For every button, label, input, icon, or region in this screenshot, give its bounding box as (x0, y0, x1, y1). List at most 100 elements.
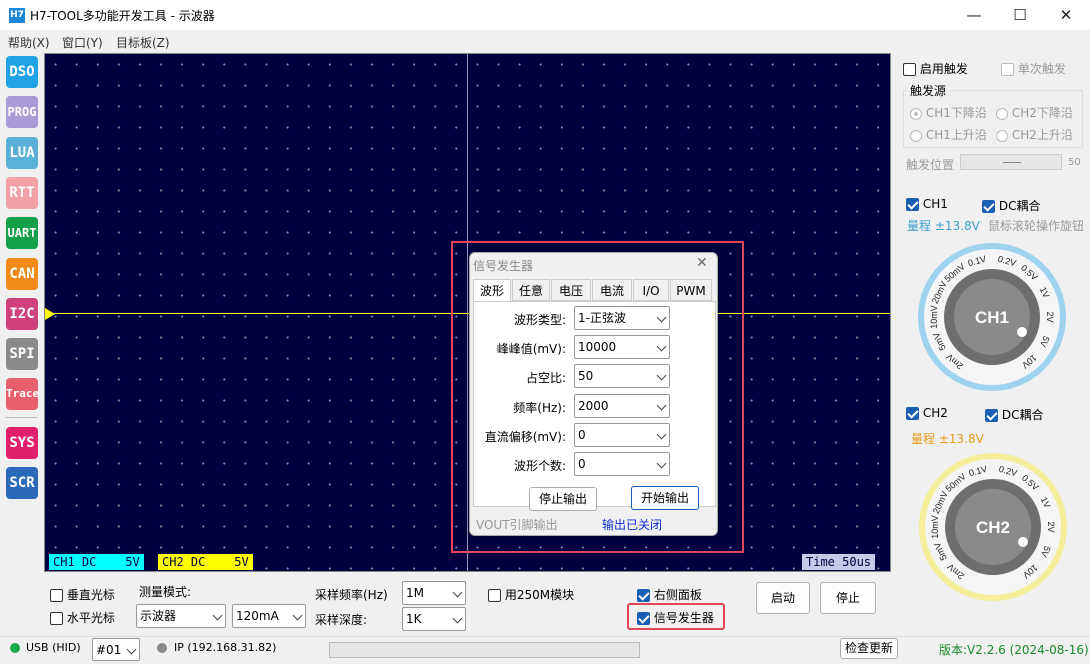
measure-mode-label: 测量模式: (139, 585, 192, 599)
timebase-label: Time 50us (802, 554, 876, 570)
start-output-button[interactable]: 开始输出 (631, 486, 699, 510)
ch2-status-label: CH2 DC 5V (158, 554, 253, 570)
progress-bar (329, 642, 640, 658)
output-status: 输出已关闭 (602, 518, 663, 532)
vout-pin-note: VOUT引脚输出 (476, 518, 558, 532)
field-select[interactable]: 1-正弦波 (574, 306, 670, 330)
field-value: 0 (578, 457, 586, 471)
tab-io[interactable]: I/O (633, 279, 669, 301)
horizontal-cursor-checkbox[interactable]: 水平光标 (50, 609, 115, 626)
minimize-button[interactable]: — (951, 0, 997, 30)
sidebar-scr-button[interactable]: SCR (6, 467, 38, 499)
knob-indicator (1017, 327, 1027, 337)
sidebar-separator (6, 417, 38, 418)
trigger-position-value: 50 (1068, 157, 1081, 168)
sidebar-trace-button[interactable]: Trace (6, 378, 39, 411)
chevron-down-icon (656, 400, 667, 411)
dialog-title: 信号发生器 (473, 259, 534, 273)
trigger-ch2-falling[interactable]: CH2下降沿 (996, 104, 1073, 121)
stop-output-button[interactable]: 停止输出 (529, 487, 597, 511)
knob-label: CH1 (975, 308, 1009, 327)
trigger-source-title: 触发源 (908, 82, 949, 99)
right-panel-checkbox[interactable]: 右侧面板 (637, 586, 702, 603)
knob-indicator (1018, 537, 1028, 547)
version-label: 版本:V2.2.6 (2024-08-16) (939, 643, 1089, 657)
sidebar-dso-button[interactable]: DSO (6, 56, 38, 88)
waveform-form: 波形类型: 1-正弦波 峰峰值(mV): 10000 占空比: 50 频率(Hz): 2000… (473, 301, 716, 511)
sidebar-i2c-button[interactable]: I2C (6, 297, 38, 330)
tab-voltage[interactable]: 电压 (551, 279, 591, 301)
ch2-range-label: 量程 ±13.8V (911, 432, 984, 446)
knob-tick-label: 10mV (930, 515, 940, 539)
check-update-button[interactable]: 检查更新 (840, 638, 898, 659)
single-trigger-checkbox[interactable]: 单次触发 (1001, 60, 1066, 77)
ch1-enable-checkbox[interactable]: CH1 (906, 197, 948, 211)
device-select[interactable]: #01 (92, 638, 140, 661)
knob-tick-label: 2V (1045, 311, 1055, 322)
ch2-enable-checkbox[interactable]: CH2 (906, 406, 948, 420)
field-value: 0 (578, 427, 586, 442)
stop-button[interactable]: 停止 (820, 582, 876, 614)
field-select[interactable]: 2000 (574, 393, 670, 418)
signal-generator-checkbox[interactable]: 信号发生器 (637, 609, 714, 626)
slider-thumb[interactable] (1003, 162, 1021, 163)
sidebar-can-button[interactable]: CAN (6, 257, 38, 290)
trigger-ch1-rising[interactable]: CH1上升沿 (910, 126, 987, 143)
field-value: 50 (578, 369, 594, 384)
menu-help[interactable]: 帮助(X) (8, 34, 50, 51)
trigger-position-label: 触发位置 (906, 158, 955, 172)
window-title: H7-TOOL多功能开发工具 - 示波器 (30, 9, 215, 23)
trigger-ch1-falling[interactable]: CH1下降沿 (910, 104, 987, 121)
ch1-dc-coupling-checkbox[interactable]: DC耦合 (982, 197, 1040, 214)
tab-waveform[interactable]: 波形 (473, 279, 511, 301)
sample-depth-select[interactable]: 1K (402, 607, 466, 631)
sidebar-sys-button[interactable]: SYS (6, 426, 38, 459)
measure-mode-select[interactable]: 示波器 (136, 604, 226, 628)
sample-depth-label: 采样深度: (315, 613, 368, 627)
app-icon: H7 (9, 8, 25, 23)
chevron-down-icon (656, 341, 667, 352)
field-value: 2000 (578, 398, 609, 413)
field-label: 波形个数: (513, 459, 566, 473)
field-select[interactable]: 50 (574, 364, 670, 389)
field-value: 10000 (578, 340, 617, 355)
sample-rate-select[interactable]: 1M (402, 581, 466, 605)
menu-window[interactable]: 窗口(Y) (62, 34, 103, 51)
start-button[interactable]: 启动 (756, 582, 810, 614)
current-range-select[interactable]: 120mA (232, 604, 306, 628)
field-select[interactable]: 0 (574, 422, 670, 447)
field-select[interactable]: 10000 (574, 335, 670, 360)
use-250m-module-checkbox[interactable]: 用250M模块 (488, 586, 574, 603)
chevron-down-icon (656, 429, 667, 440)
close-button[interactable]: ✕ (1043, 0, 1089, 30)
knob-tick-label: 10mV (929, 305, 939, 329)
trigger-position-slider[interactable] (960, 154, 1062, 170)
field-label: 波形类型: (513, 313, 566, 327)
field-select[interactable]: 0 (574, 452, 670, 476)
ch1-range-knob[interactable]: CH1 0.1V 0.2V 0.5V 1V 2V 5V 10V 2mV 5mV 10mV 20mV 50… (917, 242, 1067, 392)
enable-trigger-checkbox[interactable]: 启用触发 (903, 60, 968, 77)
ch2-dc-coupling-checkbox[interactable]: DC耦合 (985, 406, 1043, 423)
sidebar-prog-button[interactable]: PROG (6, 96, 38, 129)
sidebar-rtt-button[interactable]: RTT (6, 176, 38, 209)
menu-target-board[interactable]: 目标板(Z) (116, 34, 170, 51)
dialog-close-icon[interactable]: ✕ (696, 255, 708, 271)
ch2-range-knob[interactable]: CH2 0.1V 0.2V 0.5V 1V 2V 5V 10V 2mV 5mV 10mV 20mV 50… (918, 452, 1068, 602)
tab-current[interactable]: 电流 (592, 279, 632, 301)
chevron-down-icon (656, 370, 667, 381)
tab-arbitrary[interactable]: 任意 (512, 279, 550, 301)
sidebar-lua-button[interactable]: LUA (6, 136, 38, 169)
vertical-cursor-checkbox[interactable]: 垂直光标 (50, 586, 115, 603)
field-label: 占空比: (525, 371, 566, 386)
trigger-ch2-rising[interactable]: CH2上升沿 (996, 126, 1073, 143)
maximize-button[interactable]: ☐ (997, 0, 1043, 30)
knob-hint: 鼠标滚轮操作旋钮 (988, 219, 1085, 233)
sidebar-uart-button[interactable]: UART (6, 217, 38, 250)
sidebar-spi-button[interactable]: SPI (6, 338, 38, 371)
ip-status-icon (157, 643, 167, 653)
knob-label: CH2 (976, 518, 1010, 537)
tab-pwm[interactable]: PWM (670, 279, 712, 301)
field-value: 1-正弦波 (578, 311, 626, 325)
ch1-status-label: CH1 DC 5V (49, 554, 144, 570)
ch2-level-marker[interactable] (45, 308, 55, 320)
